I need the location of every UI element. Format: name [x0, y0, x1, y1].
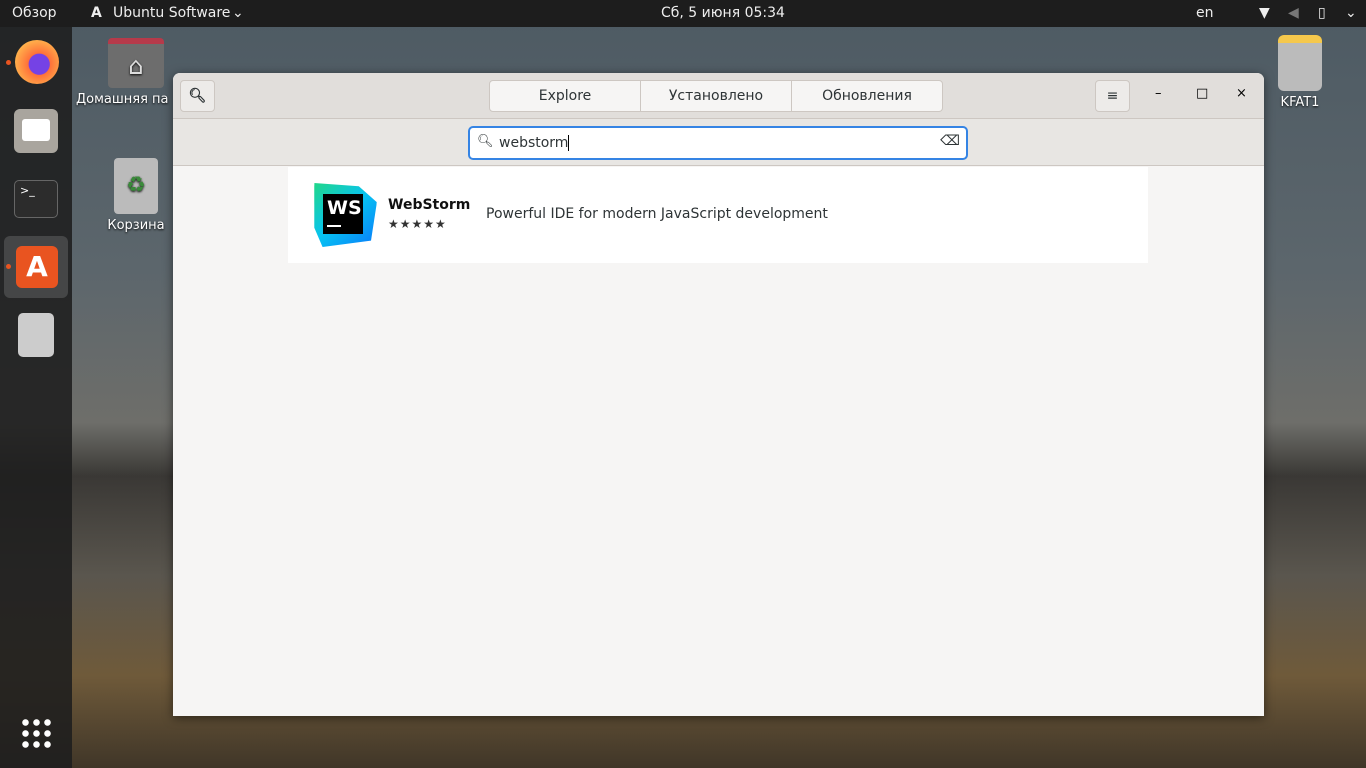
running-indicator [6, 60, 11, 65]
files-icon [14, 109, 58, 153]
app-summary: Powerful IDE for modern JavaScript devel… [486, 206, 828, 222]
desktop-drive[interactable]: KFAT1 [1268, 35, 1332, 110]
keyboard-layout[interactable]: en [1196, 5, 1214, 21]
desktop-trash-label: Корзина [107, 218, 165, 233]
search-result-item[interactable]: WS WebStorm ★★★★★ Powerful IDE for moder… [288, 167, 1148, 263]
view-switcher: Explore Установлено Обновления [489, 80, 943, 112]
desktop-trash[interactable]: ♻ Корзина [100, 158, 172, 233]
dock: >_ A [0, 27, 72, 768]
software-icon: A [16, 246, 58, 288]
ubuntu-software-window: 🔍︎ Explore Установлено Обновления ≡ – □ … [173, 73, 1264, 716]
search-input[interactable]: 🔍︎ webstorm ⌫ [468, 126, 968, 160]
webstorm-logo-mark: WS [323, 194, 363, 234]
tab-updates[interactable]: Обновления [791, 80, 943, 112]
app-rating-stars: ★★★★★ [388, 217, 447, 231]
home-folder-icon: ⌂ [108, 38, 164, 88]
firefox-icon [15, 40, 59, 84]
volume-muted-icon[interactable]: ◀ [1288, 5, 1299, 21]
text-cursor [568, 135, 570, 151]
search-icon: 🔍︎ [477, 134, 494, 149]
clear-icon[interactable]: ⌫ [940, 133, 960, 149]
sd-card-icon [1278, 35, 1322, 91]
sd-card-icon [18, 313, 54, 357]
app-menu[interactable]: Ubuntu Software [113, 5, 230, 21]
hamburger-icon: ≡ [1106, 88, 1119, 104]
desktop-drive-label: KFAT1 [1280, 95, 1320, 110]
show-apps-icon[interactable] [20, 717, 52, 749]
minimize-button[interactable]: – [1155, 86, 1162, 101]
header-bar: 🔍︎ Explore Установлено Обновления ≡ – □ … [173, 73, 1264, 119]
search-value: webstorm [499, 135, 569, 151]
tab-explore[interactable]: Explore [489, 80, 641, 112]
trash-icon: ♻ [114, 158, 158, 214]
system-menu-chevron-icon[interactable]: ⌄ [1345, 5, 1357, 21]
search-icon: 🔍︎ [188, 88, 207, 104]
maximize-button[interactable]: □ [1196, 86, 1208, 101]
chevron-down-icon: ⌄ [232, 5, 244, 21]
battery-icon[interactable]: ▯ [1318, 5, 1326, 21]
dock-ubuntu-software[interactable]: A [4, 236, 68, 298]
dock-files[interactable] [4, 100, 68, 162]
app-icon: A [91, 5, 102, 21]
app-name: WebStorm [388, 197, 471, 213]
dock-terminal[interactable]: >_ [4, 168, 68, 230]
search-bar: 🔍︎ webstorm ⌫ [173, 119, 1264, 166]
dock-firefox[interactable] [4, 32, 68, 94]
dock-drive[interactable] [4, 304, 68, 366]
search-toggle-button[interactable]: 🔍︎ [180, 80, 215, 112]
activities-button[interactable]: Обзор [12, 5, 57, 21]
terminal-icon: >_ [14, 180, 58, 218]
wifi-icon[interactable]: ▼ [1259, 5, 1270, 21]
menu-button[interactable]: ≡ [1095, 80, 1130, 112]
tab-installed[interactable]: Установлено [640, 80, 792, 112]
close-button[interactable]: × [1236, 86, 1247, 101]
running-indicator [6, 264, 11, 269]
top-bar: Обзор A Ubuntu Software ⌄ Сб, 5 июня 05:… [0, 0, 1366, 27]
clock[interactable]: Сб, 5 июня 05:34 [661, 5, 785, 21]
